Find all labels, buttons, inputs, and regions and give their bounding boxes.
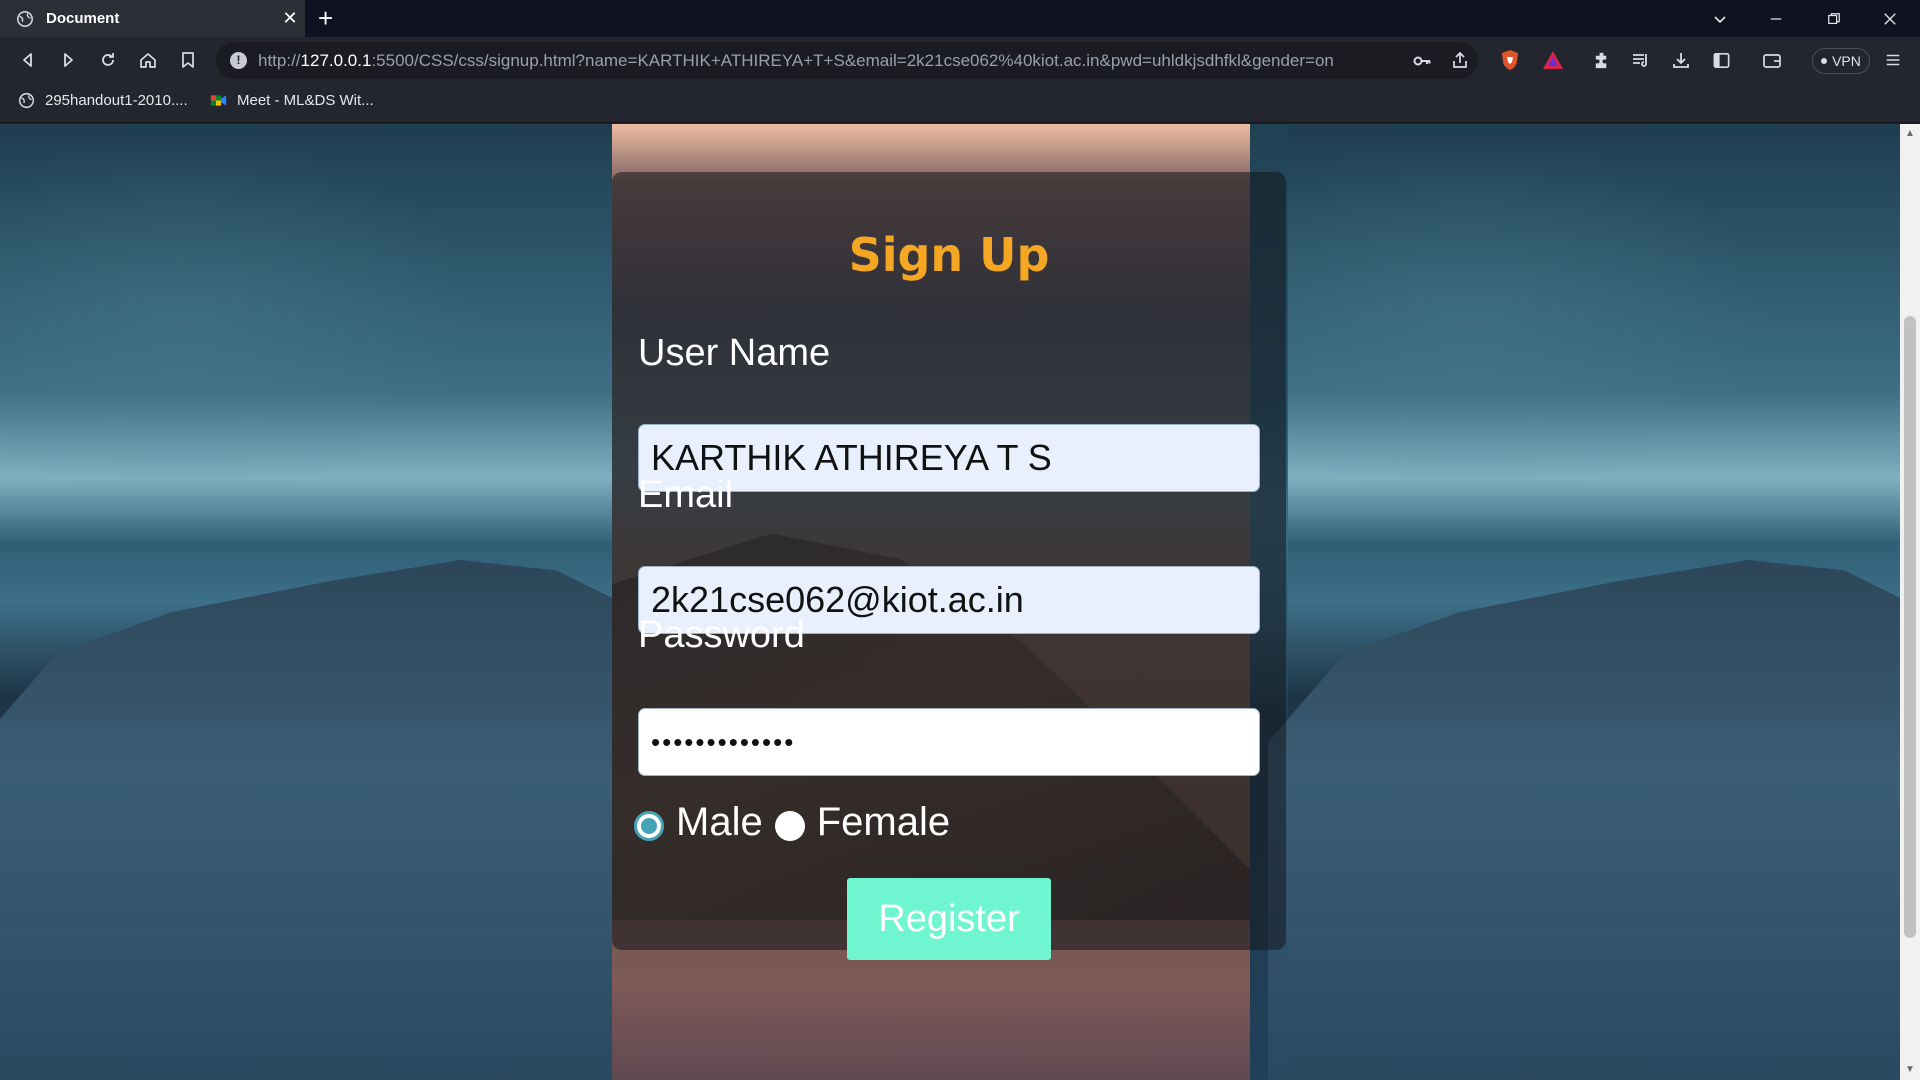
back-icon[interactable]	[14, 46, 42, 74]
female-radio[interactable]	[774, 810, 805, 841]
scroll-up-arrow-icon[interactable]: ▲	[1904, 128, 1916, 140]
url-text[interactable]: http://127.0.0.1:5500/CSS/css/signup.htm…	[258, 51, 1334, 71]
brave-shield-icon[interactable]	[1497, 47, 1523, 73]
download-icon[interactable]	[1668, 47, 1694, 73]
minimize-icon[interactable]	[1748, 0, 1804, 37]
bookmark-label: 295handout1-2010....	[45, 92, 188, 109]
bookmark-item-handout[interactable]: 295handout1-2010....	[18, 92, 188, 109]
scroll-down-arrow-icon[interactable]: ▼	[1904, 1064, 1916, 1076]
share-icon[interactable]	[1450, 50, 1470, 75]
password-value: •••••••••••••	[651, 726, 796, 757]
form-title: Sign Up	[848, 228, 1050, 282]
globe-icon	[18, 92, 35, 109]
password-label: Password	[638, 614, 805, 656]
background-image-right	[1268, 124, 1900, 1080]
close-window-icon[interactable]	[1862, 0, 1918, 37]
new-tab-button[interactable]: +	[318, 4, 333, 32]
vpn-button[interactable]: VPN	[1812, 48, 1870, 74]
forward-icon[interactable]	[54, 46, 82, 74]
key-icon[interactable]	[1412, 51, 1432, 76]
background-cliff	[0, 560, 620, 1080]
tab-title: Document	[46, 10, 120, 27]
sidebar-icon[interactable]	[1708, 47, 1734, 73]
tab-close-icon[interactable]: ✕	[275, 8, 305, 29]
globe-icon	[16, 10, 34, 28]
female-label[interactable]: Female	[817, 800, 950, 845]
google-meet-icon	[210, 92, 227, 109]
bookmarks-bar: 295handout1-2010.... Meet - ML&DS Wit...	[0, 84, 1920, 123]
extensions-icon[interactable]	[1588, 47, 1614, 73]
site-info-icon[interactable]: !	[230, 52, 247, 69]
scrollbar-thumb[interactable]	[1904, 316, 1916, 938]
brave-rewards-icon[interactable]	[1540, 47, 1566, 73]
bookmark-icon[interactable]	[174, 46, 202, 74]
bookmark-label: Meet - ML&DS Wit...	[237, 92, 374, 109]
wallet-icon[interactable]	[1759, 47, 1785, 73]
reload-icon[interactable]	[94, 46, 122, 74]
tab-document[interactable]: Document ✕	[0, 0, 305, 37]
male-radio[interactable]	[634, 810, 664, 841]
page-scrollbar[interactable]: ▲ ▼	[1900, 124, 1920, 1080]
background-image-left	[0, 124, 620, 1080]
email-label: Email	[638, 474, 734, 516]
home-icon[interactable]	[134, 46, 162, 74]
username-value: KARTHIK ATHIREYA T S	[651, 437, 1052, 478]
vpn-status-icon	[1821, 58, 1828, 64]
vpn-label: VPN	[1832, 53, 1861, 69]
password-field[interactable]: •••••••••••••	[638, 708, 1260, 776]
signup-form: Sign Up User Name KARTHIK ATHIREYA T S E…	[612, 172, 1286, 960]
playlist-icon[interactable]	[1628, 47, 1654, 73]
register-button[interactable]: Register	[847, 878, 1051, 960]
gender-radio-group: Male Female	[634, 800, 962, 845]
background-cliff	[1268, 560, 1900, 1080]
restore-icon[interactable]	[1806, 0, 1862, 37]
male-label[interactable]: Male	[676, 800, 763, 845]
tab-search-icon[interactable]	[1692, 0, 1748, 37]
title-bar: Document ✕ +	[0, 0, 1920, 37]
address-bar[interactable]: ! http://127.0.0.1:5500/CSS/css/signup.h…	[216, 42, 1478, 79]
bookmark-item-meet[interactable]: Meet - ML&DS Wit...	[210, 92, 374, 109]
page-viewport: Sign Up User Name KARTHIK ATHIREYA T S E…	[0, 124, 1900, 1080]
menu-icon[interactable]	[1880, 47, 1906, 73]
browser-toolbar: ! http://127.0.0.1:5500/CSS/css/signup.h…	[0, 37, 1920, 84]
username-label: User Name	[638, 332, 831, 374]
